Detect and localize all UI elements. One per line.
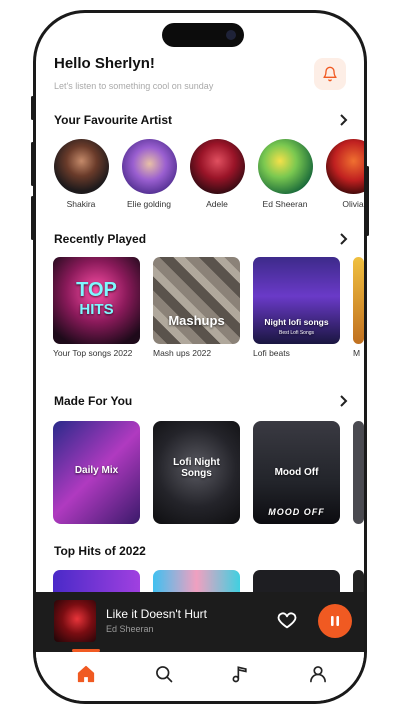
phone-frame: Hello Sherlyn! Let's listen to something…: [33, 10, 367, 704]
playlist-label: Your Top songs 2022: [53, 348, 133, 358]
cover-text: Mashups: [168, 313, 225, 328]
playlist-cover[interactable]: Night lofi songs Best Lofi Songs: [253, 257, 340, 344]
section-title-favourite-artist: Your Favourite Artist: [54, 113, 173, 127]
music-note-icon: [232, 666, 247, 683]
playlist-cover[interactable]: [353, 257, 364, 344]
greeting-subtitle: Let's listen to something cool on sunday: [54, 81, 214, 91]
now-playing-artist: Ed Sheeran: [106, 624, 154, 634]
artist-avatar: [325, 139, 364, 194]
now-playing-artwork: [54, 600, 96, 642]
section-title-top-hits: Top Hits of 2022: [54, 544, 146, 558]
cover-text: Lofi Night Songs: [173, 457, 220, 479]
mix-cover[interactable]: Daily Mix: [53, 421, 140, 524]
search-icon: [156, 666, 173, 683]
cover-text: Night lofi songs: [264, 317, 329, 327]
heart-icon: [277, 612, 297, 629]
artist-avatar: [257, 139, 313, 194]
artist-avatar: [189, 139, 245, 194]
like-button[interactable]: [276, 609, 298, 631]
section-title-made-for-you: Made For You: [54, 394, 133, 408]
artist-item[interactable]: Adele: [187, 139, 247, 209]
mix-cover[interactable]: Mood Off MOOD OFF: [253, 421, 340, 524]
playlist-label: Mash ups 2022: [153, 348, 212, 358]
notification-button[interactable]: [314, 58, 346, 90]
artist-item[interactable]: Ed Sheeran: [255, 139, 315, 209]
chevron-right-icon[interactable]: [336, 394, 350, 408]
mix-cover[interactable]: [353, 421, 364, 524]
cover-text: HITS: [79, 301, 114, 318]
artist-item[interactable]: Olivia: [323, 139, 364, 209]
pause-icon: [331, 616, 339, 626]
bell-icon: [323, 66, 337, 82]
section-title-recently-played: Recently Played: [54, 232, 147, 246]
app-screen: Hello Sherlyn! Let's listen to something…: [36, 13, 364, 701]
bottom-navigation: [36, 652, 364, 701]
artist-name: Ed Sheeran: [262, 199, 308, 209]
nav-search[interactable]: [152, 662, 176, 686]
greeting-title: Hello Sherlyn!: [54, 55, 155, 72]
nav-music[interactable]: [228, 662, 252, 686]
pause-button[interactable]: [318, 604, 352, 638]
playlist-label: M: [353, 348, 361, 358]
artist-name: Adele: [206, 199, 228, 209]
artist-name: Elie golding: [127, 199, 171, 209]
chevron-right-icon[interactable]: [336, 113, 350, 127]
playlist-cover[interactable]: TOP HITS: [53, 257, 140, 344]
chevron-right-icon[interactable]: [336, 232, 350, 246]
cover-text: Best Lofi Songs: [278, 330, 315, 336]
home-icon: [77, 665, 95, 683]
artist-avatar: [53, 139, 109, 194]
nav-home[interactable]: [74, 662, 98, 686]
cover-text: Daily Mix: [74, 465, 119, 476]
user-icon: [310, 666, 326, 683]
artist-avatar: [121, 139, 177, 194]
cover-text: TOP: [76, 279, 117, 301]
cover-text: MOOD OFF: [268, 507, 325, 517]
cover-text: Mood Off: [274, 467, 319, 478]
artist-item[interactable]: Shakira: [51, 139, 111, 209]
now-playing-title: Like it Doesn't Hurt: [106, 607, 207, 621]
mix-cover[interactable]: Lofi Night Songs: [153, 421, 240, 524]
artist-name: Olivia: [342, 199, 364, 209]
playlist-cover[interactable]: Mashups: [153, 257, 240, 344]
artist-name: Shakira: [66, 199, 96, 209]
nav-profile[interactable]: [306, 662, 330, 686]
artist-item[interactable]: Elie golding: [119, 139, 179, 209]
now-playing-bar[interactable]: Like it Doesn't Hurt Ed Sheeran: [36, 592, 364, 652]
dynamic-island: [162, 23, 244, 47]
playlist-label: Lofi beats: [253, 348, 290, 358]
